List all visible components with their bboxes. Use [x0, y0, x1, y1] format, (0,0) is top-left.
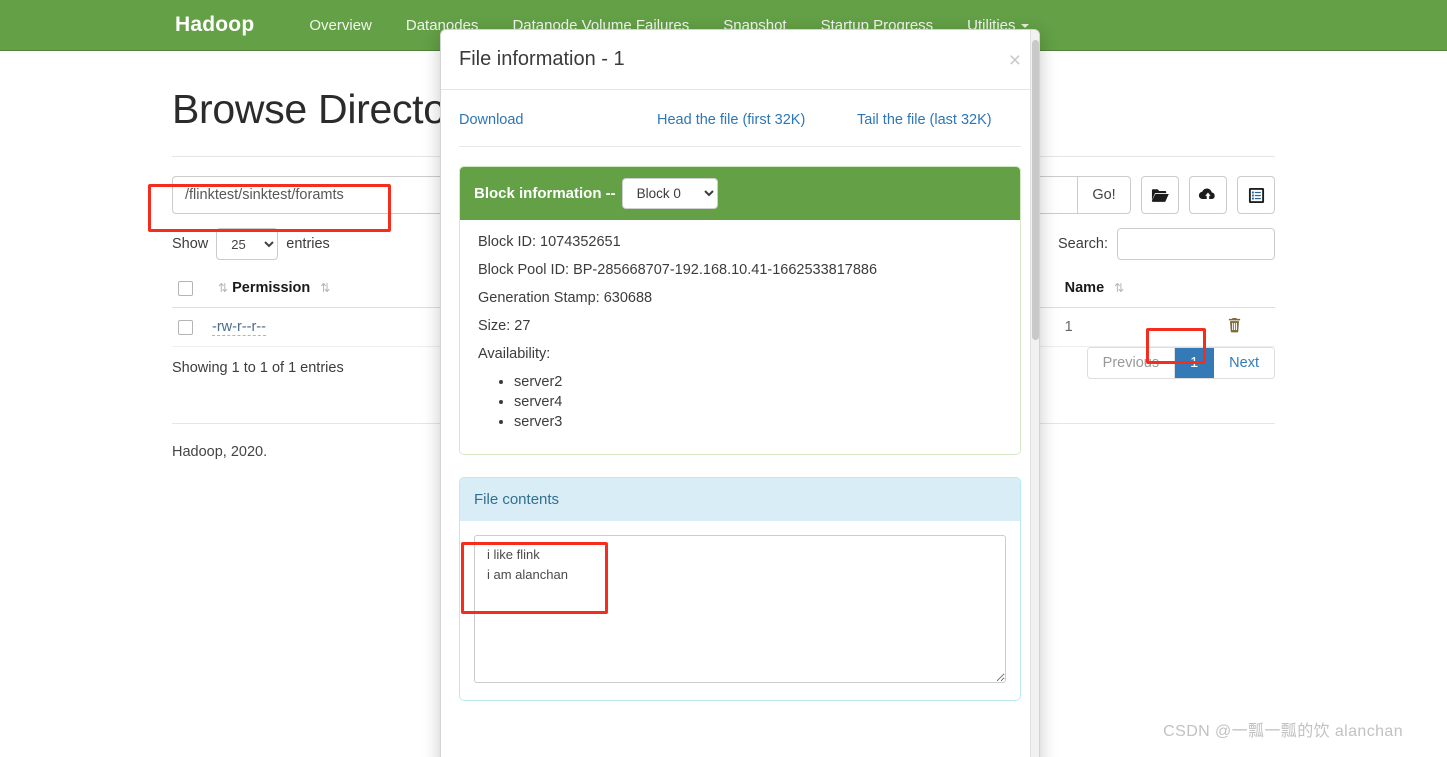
close-icon[interactable]: ×: [1009, 50, 1021, 71]
availability-label: Availability:: [478, 346, 551, 362]
search-control: Search:: [1058, 228, 1275, 260]
file-information-modal: File information - 1 × Download Head the…: [440, 29, 1040, 757]
column-label-permission: Permission: [232, 280, 311, 296]
list-item: server2: [514, 374, 1002, 390]
entries-per-page-select[interactable]: 25: [216, 228, 279, 260]
show-label: Show: [172, 236, 209, 252]
delete-icon[interactable]: [1227, 317, 1242, 337]
column-header-actions: [1221, 276, 1275, 308]
showing-entries-text: Showing 1 to 1 of 1 entries: [172, 360, 344, 376]
go-button[interactable]: Go!: [1077, 176, 1131, 214]
row-checkbox[interactable]: [178, 319, 193, 335]
tail-file-link[interactable]: Tail the file (last 32K): [857, 112, 992, 128]
block-information-header: Block information -- Block 0: [460, 167, 1020, 220]
modal-scrollbar[interactable]: [1030, 30, 1039, 757]
cloud-upload-icon: [1198, 187, 1218, 203]
chevron-down-icon: [1020, 23, 1029, 28]
column-sort-icon: ⇅: [320, 281, 331, 295]
block-select[interactable]: Block 0: [621, 178, 718, 209]
cell-permission: -rw-r--r--: [206, 307, 466, 347]
column-sort-icon: ⇅: [218, 281, 229, 295]
row-select-cell: [172, 307, 206, 347]
pagination-next[interactable]: Next: [1214, 348, 1274, 378]
cell-actions: [1221, 307, 1275, 347]
screen: Hadoop Overview Datanodes Datanode Volum…: [0, 0, 1447, 757]
search-label: Search:: [1058, 236, 1108, 252]
file-contents-header: File contents: [460, 478, 1020, 521]
column-header-name[interactable]: Name ⇅: [1038, 276, 1222, 308]
show-entries-control: Show 25 entries: [172, 228, 330, 260]
modal-body: Download Head the file (first 32K) Tail …: [441, 90, 1039, 701]
pagination-page-1[interactable]: 1: [1175, 348, 1215, 378]
block-information-heading: Block information --: [474, 185, 616, 202]
file-contents-panel: File contents: [459, 477, 1021, 701]
create-directory-button[interactable]: [1141, 176, 1179, 214]
pagination: Previous 1 Next: [1086, 347, 1275, 379]
head-file-link[interactable]: Head the file (first 32K): [657, 112, 857, 128]
file-contents-body: [460, 521, 1020, 700]
column-header-permission[interactable]: ⇅ Permission ⇅: [206, 276, 466, 308]
modal-title: File information - 1: [459, 48, 625, 70]
availability-list: server2 server4 server3: [478, 374, 1002, 430]
pagination-previous[interactable]: Previous: [1087, 348, 1176, 378]
nav-item-overview[interactable]: Overview: [292, 17, 389, 34]
block-pool-id-text: Block Pool ID: BP-285668707-192.168.10.4…: [478, 262, 878, 278]
snapshot-button[interactable]: [1237, 176, 1275, 214]
block-information-panel: Block information -- Block 0 Block ID: 1…: [459, 166, 1021, 455]
select-all-checkbox[interactable]: [178, 280, 193, 296]
permission-link[interactable]: -rw-r--r--: [212, 319, 266, 336]
block-information-body: Block ID: 1074352651 Block Pool ID: BP-2…: [460, 220, 1020, 454]
open-folder-icon: [1151, 187, 1170, 203]
column-sort-icon: ⇅: [1114, 281, 1125, 295]
block-size-text: Size: 27: [478, 318, 531, 334]
brand-hadoop[interactable]: Hadoop: [175, 13, 254, 37]
file-action-links: Download Head the file (first 32K) Tail …: [459, 106, 1021, 147]
cell-name: 1: [1038, 307, 1222, 347]
download-link[interactable]: Download: [459, 112, 657, 128]
upload-files-button[interactable]: [1189, 176, 1227, 214]
snapshot-list-icon: [1248, 187, 1265, 204]
watermark: CSDN @一瓢一瓢的饮 alanchan: [1163, 723, 1403, 740]
block-id-text: Block ID: 1074352651: [478, 234, 621, 250]
file-contents-textarea[interactable]: [474, 535, 1006, 683]
entries-label: entries: [286, 236, 330, 252]
list-item: server3: [514, 414, 1002, 430]
column-label-name: Name: [1064, 280, 1105, 296]
file-name-link[interactable]: 1: [1065, 319, 1073, 335]
search-input[interactable]: [1117, 228, 1275, 260]
modal-header: File information - 1 ×: [441, 30, 1039, 90]
modal-scrollbar-thumb[interactable]: [1032, 40, 1039, 340]
generation-stamp-text: Generation Stamp: 630688: [478, 290, 653, 306]
list-item: server4: [514, 394, 1002, 410]
select-all-header: [172, 276, 206, 308]
